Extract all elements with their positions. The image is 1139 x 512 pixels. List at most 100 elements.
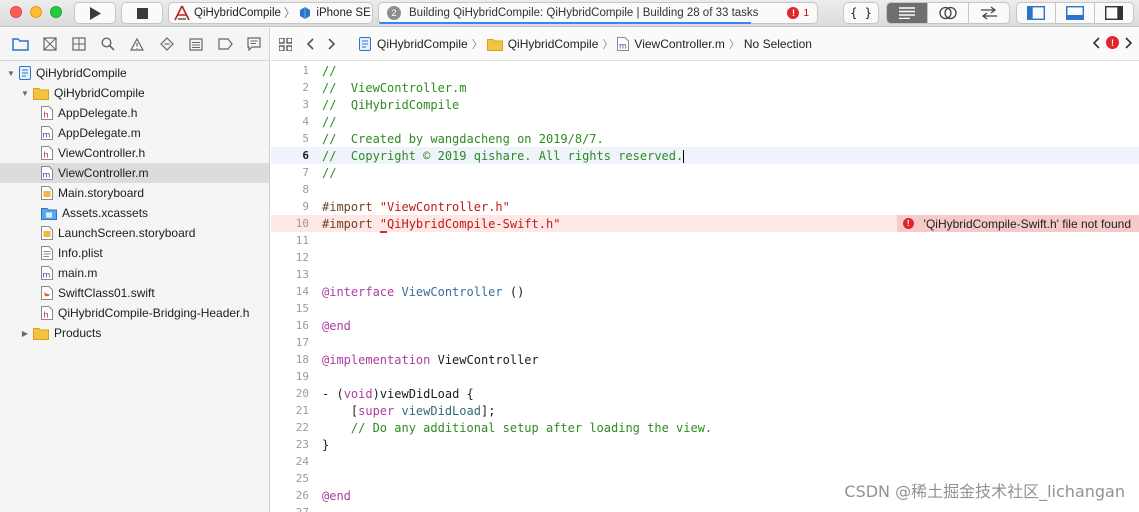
scheme-selector[interactable]: QiHybridCompile 〉 iPhone SE bbox=[168, 2, 373, 24]
code-line[interactable]: 24 bbox=[271, 453, 1139, 470]
library-button[interactable]: { } bbox=[843, 2, 879, 24]
line-number: 23 bbox=[295, 438, 309, 451]
storyboard-icon bbox=[41, 186, 53, 200]
tree-item-label: Main.storyboard bbox=[58, 186, 145, 200]
code-line[interactable]: 1 // bbox=[271, 62, 1139, 79]
source-editor[interactable]: 1 // 2 // ViewController.m 3 // QiHybridCompi… bbox=[271, 61, 1139, 512]
code-line[interactable]: 2 // ViewController.m bbox=[271, 79, 1139, 96]
line-number: 2 bbox=[302, 81, 309, 94]
tree-item-group[interactable]: Assets.xcassets bbox=[0, 203, 269, 223]
stop-button[interactable] bbox=[121, 2, 163, 24]
code-token: void bbox=[343, 386, 373, 401]
text-cursor bbox=[683, 149, 685, 163]
tab-issue-navigator[interactable] bbox=[123, 34, 152, 54]
code-line[interactable]: 13 bbox=[271, 266, 1139, 283]
code-line[interactable]: 7 // bbox=[271, 164, 1139, 181]
line-number: 15 bbox=[295, 302, 309, 315]
tab-symbol-navigator[interactable] bbox=[64, 34, 93, 54]
code-line[interactable]: 8 bbox=[271, 181, 1139, 198]
tab-project-navigator[interactable] bbox=[6, 34, 35, 54]
assistant-editor-button[interactable] bbox=[928, 3, 969, 23]
breadcrumb-file-label: ViewController.m bbox=[634, 37, 725, 51]
back-button[interactable] bbox=[299, 38, 321, 50]
tree-item-file[interactable]: SwiftClass01.swift bbox=[0, 283, 269, 303]
inline-error-message[interactable]: ! 'QiHybridCompile-Swift.h' file not foun… bbox=[896, 215, 1139, 232]
tree-item-file[interactable]: Main.storyboard bbox=[0, 183, 269, 203]
run-button[interactable] bbox=[74, 2, 116, 24]
activity-viewer[interactable]: 2 Building QiHybridCompile: QiHybridComp… bbox=[378, 2, 818, 24]
line-number: 26 bbox=[295, 489, 309, 502]
tree-item-label: Info.plist bbox=[58, 246, 103, 260]
code-line[interactable]: 18 @implementation ViewController bbox=[271, 351, 1139, 368]
close-window-button[interactable] bbox=[10, 6, 22, 18]
toggle-inspector-button[interactable] bbox=[1095, 3, 1133, 23]
code-line[interactable]: 12 bbox=[271, 249, 1139, 266]
tree-item-group[interactable]: ▼ QiHybridCompile bbox=[0, 83, 269, 103]
disclosure-expanded-icon[interactable]: ▼ bbox=[20, 89, 30, 98]
code-text: } bbox=[322, 438, 329, 452]
tab-find-navigator[interactable] bbox=[94, 34, 123, 54]
tab-report-navigator[interactable] bbox=[240, 34, 269, 54]
chevron-right-icon: 〉 bbox=[602, 39, 614, 51]
issue-error-icon[interactable]: ! bbox=[1106, 36, 1119, 49]
tree-item-file[interactable]: h ViewController.h bbox=[0, 143, 269, 163]
code-line[interactable]: 19 bbox=[271, 368, 1139, 385]
line-number: 20 bbox=[295, 387, 309, 400]
related-items-button[interactable] bbox=[271, 37, 299, 51]
code-line[interactable]: 3 // QiHybridCompile bbox=[271, 96, 1139, 113]
toggle-navigator-button[interactable] bbox=[1017, 3, 1056, 23]
tree-item-file[interactable]: h QiHybridCompile-Bridging-Header.h bbox=[0, 303, 269, 323]
code-line[interactable]: 20 - (void)viewDidLoad { bbox=[271, 385, 1139, 402]
header-file-icon: h bbox=[41, 146, 53, 160]
tree-item-file[interactable]: h AppDelegate.h bbox=[0, 103, 269, 123]
code-line[interactable]: 27 bbox=[271, 504, 1139, 512]
code-line-error[interactable]: 10 #import "QiHybridCompile-Swift.h"! 'QiH… bbox=[271, 215, 1139, 233]
breadcrumb-symbol[interactable]: No Selection bbox=[744, 37, 812, 51]
standard-editor-button[interactable] bbox=[887, 3, 928, 23]
tree-item-file[interactable]: m ViewController.m bbox=[0, 163, 269, 183]
code-token: // QiHybridCompile bbox=[322, 97, 460, 112]
version-editor-button[interactable] bbox=[969, 3, 1009, 23]
code-line[interactable]: 6 // Copyright © 2019 qishare. All rights… bbox=[271, 147, 1139, 164]
code-line[interactable]: 16 @end bbox=[271, 317, 1139, 334]
breadcrumb-group[interactable]: QiHybridCompile bbox=[486, 37, 598, 51]
tree-item-file[interactable]: LaunchScreen.storyboard bbox=[0, 223, 269, 243]
tab-test-navigator[interactable] bbox=[152, 34, 181, 54]
code-token: viewDidLoad bbox=[401, 403, 481, 418]
code-line[interactable]: 17 bbox=[271, 334, 1139, 351]
tree-item-group[interactable]: ▶ Products bbox=[0, 323, 269, 343]
tab-breakpoint-navigator[interactable] bbox=[211, 34, 240, 54]
tree-item-label: AppDelegate.m bbox=[58, 126, 141, 140]
error-icon[interactable]: ! bbox=[787, 7, 800, 19]
code-text: - (void)viewDidLoad { bbox=[322, 387, 474, 401]
tab-source-control-navigator[interactable] bbox=[35, 34, 64, 54]
line-number: 21 bbox=[295, 404, 309, 417]
breadcrumb-project[interactable]: QiHybridCompile bbox=[359, 37, 468, 51]
tree-item-file[interactable]: m AppDelegate.m bbox=[0, 123, 269, 143]
code-line[interactable]: 22 // Do any additional setup after load… bbox=[271, 419, 1139, 436]
code-line[interactable]: 9 #import "ViewController.h" bbox=[271, 198, 1139, 215]
code-line[interactable]: 14 @interface ViewController () bbox=[271, 283, 1139, 300]
code-line[interactable]: 11 bbox=[271, 232, 1139, 249]
code-line[interactable]: 21 [super viewDidLoad]; bbox=[271, 402, 1139, 419]
activity-status-text: Building QiHybridCompile: QiHybridCompil… bbox=[409, 7, 759, 19]
breadcrumb-file[interactable]: m ViewController.m bbox=[617, 37, 725, 51]
previous-issue-icon[interactable] bbox=[1092, 36, 1100, 49]
code-line[interactable]: 4 // bbox=[271, 113, 1139, 130]
disclosure-expanded-icon[interactable]: ▼ bbox=[6, 69, 16, 78]
code-line[interactable]: 5 // Created by wangdacheng on 2019/8/7. bbox=[271, 130, 1139, 147]
minimize-window-button[interactable] bbox=[30, 6, 42, 18]
code-token: ViewController bbox=[430, 352, 539, 367]
next-issue-icon[interactable] bbox=[1125, 36, 1133, 49]
tree-item-file[interactable]: Info.plist bbox=[0, 243, 269, 263]
tree-item-project[interactable]: ▼ QiHybridCompile bbox=[0, 63, 269, 83]
forward-button[interactable] bbox=[321, 38, 343, 50]
toggle-debug-area-button[interactable] bbox=[1056, 3, 1095, 23]
tree-item-file[interactable]: m main.m bbox=[0, 263, 269, 283]
code-line[interactable]: 15 bbox=[271, 300, 1139, 317]
disclosure-collapsed-icon[interactable]: ▶ bbox=[20, 329, 30, 338]
code-token: #import bbox=[322, 216, 380, 231]
tab-debug-navigator[interactable] bbox=[181, 34, 210, 54]
zoom-window-button[interactable] bbox=[50, 6, 62, 18]
code-line[interactable]: 23} bbox=[271, 436, 1139, 453]
